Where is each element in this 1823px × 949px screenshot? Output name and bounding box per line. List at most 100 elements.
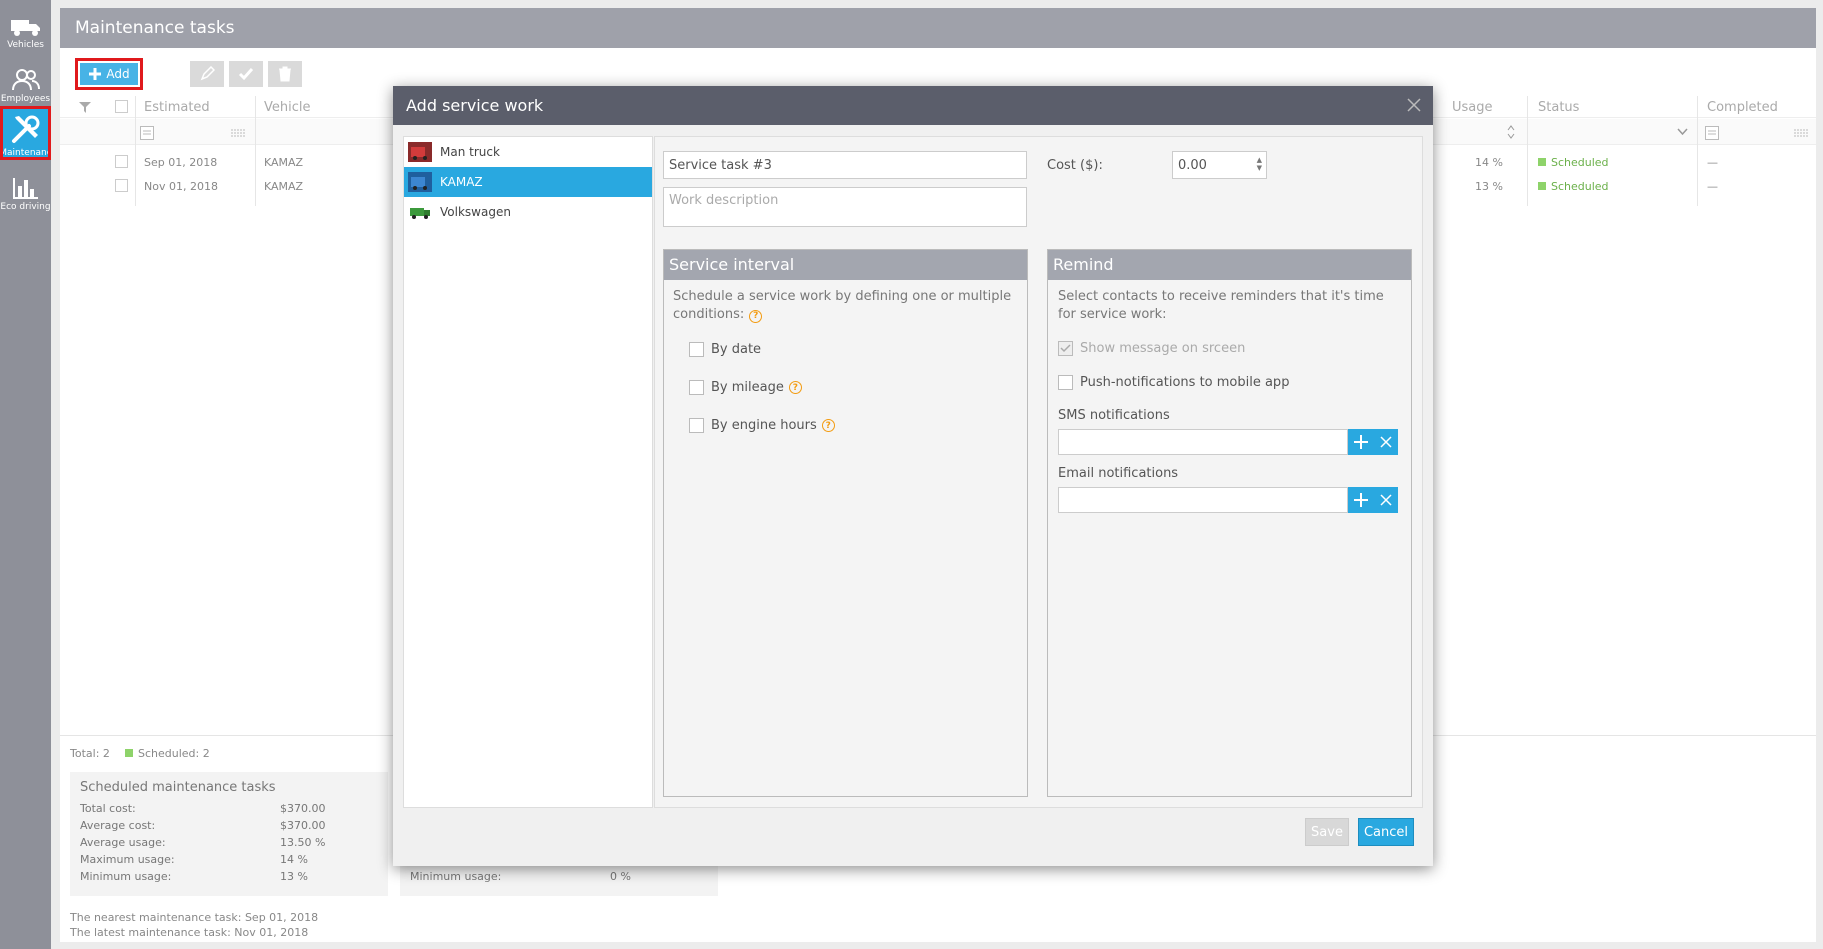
nav-maintenance[interactable]: Maintenanc [0,106,51,160]
edit-button[interactable] [190,61,224,87]
sms-label: SMS notifications [1058,408,1170,423]
checkmark-icon [1060,344,1071,353]
wrench-screwdriver-icon [11,115,39,143]
filter-icon[interactable] [79,102,91,113]
remind-description: Select contacts to receive reminders tha… [1058,289,1384,322]
latest-task: The latest maintenance task: Nov 01, 201… [70,926,309,939]
add-button[interactable]: Add [80,63,138,85]
sms-actions [1348,429,1398,455]
add-icon[interactable] [1354,493,1368,507]
stat-value: 14 % [280,853,308,866]
email-input[interactable] [1058,487,1348,513]
show-message-checkbox [1058,341,1073,356]
service-interval-panel: Service interval Schedule a service work… [663,249,1028,797]
by-date-option[interactable]: By date [689,342,761,357]
sms-input[interactable] [1058,429,1348,455]
add-service-work-dialog: Add service work Man truck KAMAZ Volkswa… [393,86,1433,866]
col-vehicle[interactable]: Vehicle [264,100,311,115]
vehicle-item-kamaz[interactable]: KAMAZ [404,167,652,197]
col-status[interactable]: Status [1538,100,1579,115]
complete-button[interactable] [229,61,263,87]
row-vehicle: KAMAZ [264,156,304,169]
col-estimated[interactable]: Estimated [144,100,210,115]
scheduled-dot [125,749,133,757]
cost-label: Cost ($): [1047,158,1103,173]
by-mileage-option[interactable]: By mileage ? [689,380,802,395]
col-usage[interactable]: Usage [1452,100,1493,115]
calendar-icon[interactable] [230,127,246,139]
row-usage: 13 % [1475,180,1503,193]
chevron-down-icon[interactable] [1677,128,1688,136]
cost-spinner-icon[interactable]: ▲ ▼ [1257,156,1262,172]
stat-label: Average cost: [80,819,156,832]
people-icon [11,69,40,91]
remind-title: Remind [1048,250,1411,280]
row-status: Scheduled [1538,156,1609,169]
truck-thumbnail-icon [408,142,432,162]
stat-value: 13 % [280,870,308,883]
left-nav: Vehicles Employees Maintenanc Eco drivin… [0,0,51,949]
stat-label: Total cost: [80,802,136,815]
help-icon[interactable]: ? [788,381,802,394]
show-message-option: Show message on srceen [1058,341,1245,356]
nav-eco-driving-label: Eco driving [0,202,51,212]
row-status-label: Scheduled [1551,156,1609,169]
help-icon[interactable]: ? [821,419,835,432]
push-notifications-label: Push-notifications to mobile app [1080,375,1290,390]
work-description-input[interactable]: Work description [663,187,1027,227]
stat-value: 13.50 % [280,836,326,849]
sort-spinner-icon[interactable] [1507,125,1515,139]
remind-panel: Remind Select contacts to receive remind… [1047,249,1412,797]
task-name-input[interactable]: Service task #3 [663,151,1027,179]
close-icon[interactable] [1407,98,1421,112]
filter-menu-icon[interactable] [140,126,154,140]
summary-total: Total: 2 [70,747,110,760]
filter-menu-icon-completed[interactable] [1705,126,1719,140]
add-icon[interactable] [1354,435,1368,449]
by-engine-hours-checkbox[interactable] [689,418,704,433]
cost-input[interactable]: 0.00 ▲ ▼ [1172,151,1267,179]
nav-vehicles[interactable]: Vehicles [0,0,51,52]
nav-eco-driving[interactable]: Eco driving [0,162,51,214]
delete-button[interactable] [268,61,302,87]
truck-icon [10,20,40,36]
service-form: Service task #3 Work description Cost ($… [654,136,1423,808]
help-icon[interactable]: ? [749,309,763,323]
push-notifications-checkbox[interactable] [1058,375,1073,390]
row-completed: — [1707,156,1718,169]
stat-label: Minimum usage: [80,870,172,883]
email-actions [1348,487,1398,513]
nav-employees-label: Employees [0,94,51,104]
stat-value: 0 % [610,870,631,883]
calendar-icon-completed[interactable] [1793,127,1809,139]
clear-icon[interactable] [1380,436,1392,448]
trash-icon [279,66,291,82]
push-notifications-option[interactable]: Push-notifications to mobile app [1058,375,1289,390]
row-status-label: Scheduled [1551,180,1609,193]
by-engine-hours-option[interactable]: By engine hours ? [689,418,835,433]
by-engine-hours-label: By engine hours [711,418,817,433]
vehicle-item-man-truck[interactable]: Man truck [404,137,652,167]
clear-icon[interactable] [1380,494,1392,506]
show-message-label: Show message on srceen [1080,341,1246,356]
vehicle-item-volkswagen[interactable]: Volkswagen [404,197,652,227]
bar-chart-icon [12,178,38,199]
save-button[interactable]: Save [1305,818,1349,846]
stat-value: $370.00 [280,802,326,815]
by-date-checkbox[interactable] [689,342,704,357]
by-mileage-checkbox[interactable] [689,380,704,395]
row-checkbox[interactable] [115,155,128,168]
status-dot [1538,182,1546,190]
truck-thumbnail-icon [410,208,430,219]
by-date-label: By date [711,342,762,357]
col-completed[interactable]: Completed [1707,100,1778,115]
add-button-highlight: Add [75,58,143,90]
row-vehicle: KAMAZ [264,180,304,193]
select-all-checkbox[interactable] [115,100,128,113]
summary-scheduled: Scheduled: 2 [125,747,210,760]
vehicle-name: KAMAZ [440,175,483,189]
cancel-button[interactable]: Cancel [1358,818,1414,846]
row-checkbox[interactable] [115,179,128,192]
stat-label: Minimum usage: [410,870,502,883]
nav-employees[interactable]: Employees [0,54,51,106]
